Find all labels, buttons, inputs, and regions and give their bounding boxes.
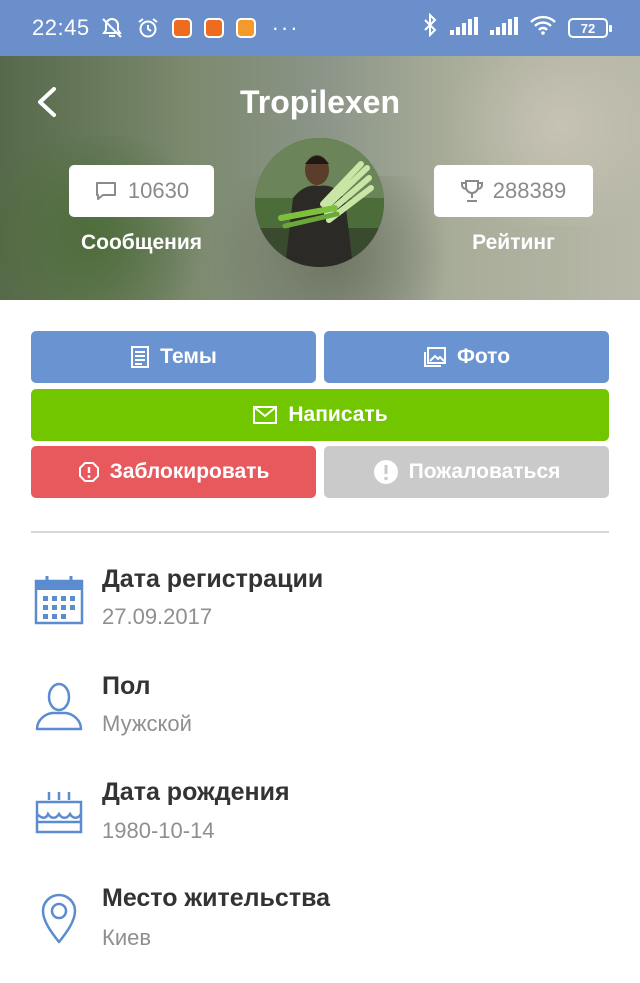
profile-username: Tropilexen <box>239 84 401 120</box>
user-icon <box>33 680 85 732</box>
alarm-icon <box>136 16 160 40</box>
more-notifications-icon: ··· <box>271 15 300 40</box>
signal-icon <box>490 15 518 41</box>
app-icon <box>171 18 192 38</box>
registration-date-value: 27.09.2017 <box>102 604 213 629</box>
block-button[interactable]: Заблокировать <box>31 446 316 498</box>
registration-date-title: Дата регистрации <box>102 565 324 593</box>
status-bar: 22:45 ··· 72 <box>0 0 640 56</box>
gender-title: Пол <box>102 672 151 700</box>
location-value: Киев <box>102 925 152 950</box>
photo-label: Фото <box>456 345 511 368</box>
topics-label: Темы <box>160 345 217 368</box>
write-message-button[interactable]: Написать <box>31 389 609 441</box>
divider <box>31 531 609 533</box>
birthday-cake-icon <box>33 786 85 838</box>
message-icon <box>95 182 116 200</box>
mute-bell-icon <box>100 16 124 40</box>
gender-value: Мужской <box>102 711 192 736</box>
profile-header: Tropilexen 10630 Сообщения 288389 Рейтин… <box>0 56 640 300</box>
messages-count-box[interactable]: 10630 <box>69 165 214 217</box>
birthday-value: 1980-10-14 <box>102 818 215 843</box>
app-icon <box>235 18 256 38</box>
topics-button[interactable]: Темы <box>31 331 316 383</box>
block-icon <box>78 462 99 482</box>
rating-count: 288389 <box>492 178 567 203</box>
wifi-icon <box>530 15 556 41</box>
photo-button[interactable]: Фото <box>324 331 609 383</box>
messages-label: Сообщения <box>80 231 203 254</box>
birthday-title: Дата рождения <box>102 778 290 806</box>
report-label: Пожаловаться <box>408 460 561 483</box>
document-icon <box>131 346 150 368</box>
bluetooth-icon <box>422 12 438 43</box>
location-title: Место жительства <box>102 884 331 912</box>
trophy-icon <box>460 180 483 202</box>
location-pin-icon <box>33 892 85 944</box>
rating-label: Рейтинг <box>472 231 555 254</box>
app-icon <box>203 18 224 38</box>
photo-icon <box>423 347 446 367</box>
block-label: Заблокировать <box>109 460 270 483</box>
write-label: Написать <box>288 403 388 426</box>
status-time: 22:45 <box>32 15 90 40</box>
battery-icon: 72 <box>568 18 612 38</box>
exclamation-circle-icon <box>373 460 398 484</box>
messages-count: 10630 <box>127 178 190 203</box>
report-button[interactable]: Пожаловаться <box>324 446 609 498</box>
signal-icon <box>450 15 478 41</box>
avatar[interactable] <box>255 138 384 267</box>
rating-count-box[interactable]: 288389 <box>434 165 593 217</box>
calendar-icon <box>33 574 85 626</box>
envelope-icon <box>253 406 278 424</box>
